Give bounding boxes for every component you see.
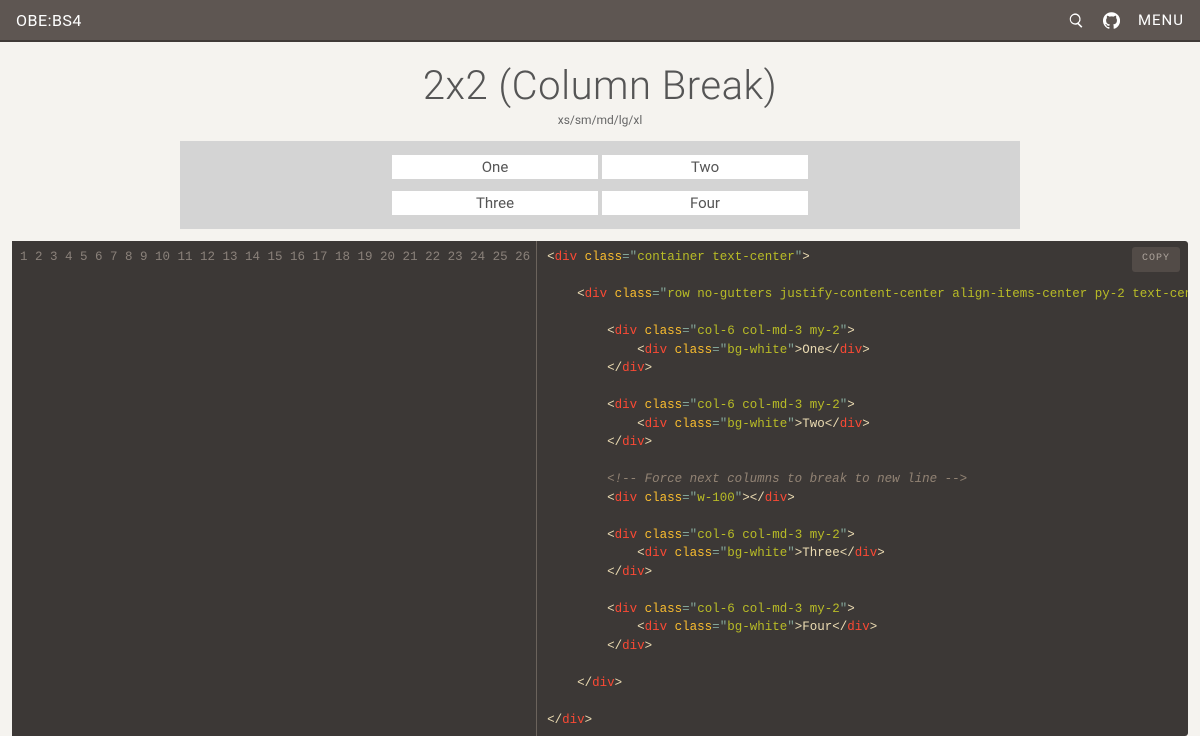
example-cell-two: Two	[602, 155, 808, 179]
example-row: One Two Three Four	[180, 141, 1020, 229]
example-col: Four	[600, 185, 810, 221]
brand[interactable]: OBE:BS4	[16, 11, 82, 30]
example-cell-four: Four	[602, 191, 808, 215]
nav-right: MENU	[1068, 11, 1184, 29]
copy-button[interactable]: COPY	[1132, 247, 1180, 272]
example-wrap: One Two Three Four	[180, 141, 1020, 229]
page-subtitle: xs/sm/md/lg/xl	[0, 113, 1200, 127]
content: 2x2 (Column Break) xs/sm/md/lg/xl One Tw…	[0, 42, 1200, 736]
example-col: Three	[390, 185, 600, 221]
code-body[interactable]: <div class="container text-center"> <div…	[537, 241, 1188, 736]
example-cell-one: One	[392, 155, 598, 179]
code-block: COPY 1 2 3 4 5 6 7 8 9 10 11 12 13 14 15…	[12, 241, 1188, 736]
github-icon[interactable]	[1103, 12, 1120, 29]
navbar: OBE:BS4 MENU	[0, 0, 1200, 42]
example-col: One	[390, 149, 600, 185]
page-title: 2x2 (Column Break)	[0, 62, 1200, 109]
menu-button[interactable]: MENU	[1138, 11, 1184, 29]
line-gutter: 1 2 3 4 5 6 7 8 9 10 11 12 13 14 15 16 1…	[12, 241, 537, 736]
example-cell-three: Three	[392, 191, 598, 215]
search-icon[interactable]	[1068, 12, 1085, 29]
example-col: Two	[600, 149, 810, 185]
